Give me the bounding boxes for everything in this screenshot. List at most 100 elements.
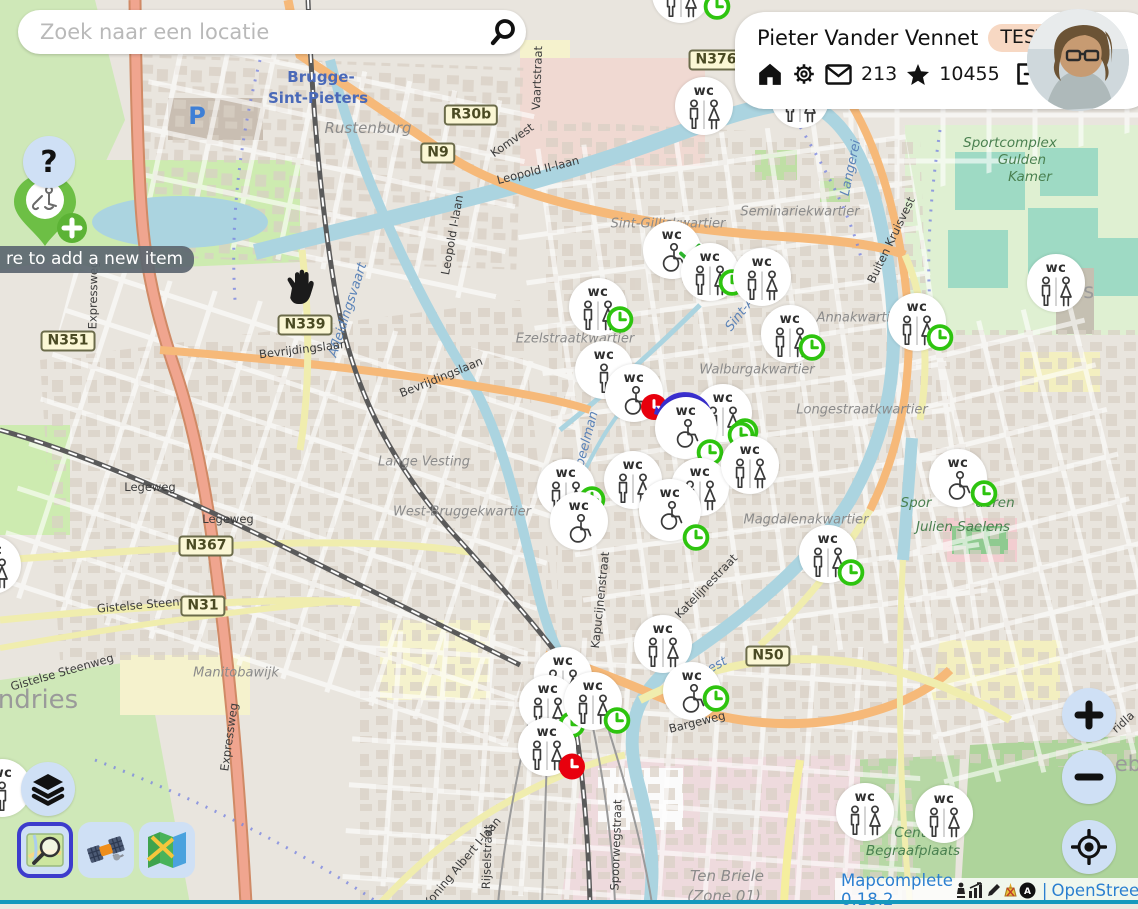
toilet-marker-mf[interactable]: wc bbox=[915, 785, 973, 843]
toilet-marker-mf[interactable]: wc bbox=[721, 436, 779, 494]
toilet-marker-mf[interactable]: wc bbox=[569, 278, 627, 336]
toilet-marker-label: wc bbox=[624, 372, 645, 385]
home-icon[interactable] bbox=[757, 62, 783, 86]
landmark-icon bbox=[1003, 882, 1018, 898]
toilet-marker-label: wc bbox=[1046, 262, 1067, 275]
background-option-satellite[interactable] bbox=[78, 822, 134, 878]
theme-color-strip bbox=[0, 900, 1138, 904]
male-female-icon bbox=[1038, 275, 1074, 311]
male-female-icon bbox=[663, 0, 699, 22]
toilet-marker-label: wc bbox=[537, 726, 558, 739]
user-name: Pieter Vander Vennet bbox=[757, 26, 978, 50]
zoom-in-button[interactable] bbox=[1062, 688, 1116, 742]
wheelchair-icon bbox=[670, 418, 702, 453]
search-input[interactable] bbox=[38, 19, 480, 45]
toilet-marker-label: wc bbox=[556, 467, 577, 480]
toilet-marker-mf[interactable]: wc bbox=[733, 248, 791, 306]
minus-icon bbox=[1073, 761, 1105, 793]
svg-text:A: A bbox=[1024, 887, 1031, 897]
toilet-marker-label: wc bbox=[662, 229, 683, 242]
help-label: ? bbox=[40, 145, 57, 180]
toilet-marker-label: wc bbox=[653, 623, 674, 636]
user-avatar[interactable] bbox=[1027, 9, 1129, 111]
person-icon bbox=[0, 780, 10, 816]
male-female-icon bbox=[0, 557, 10, 593]
male-female-icon bbox=[686, 98, 722, 134]
toilet-marker-mf[interactable]: wc bbox=[675, 77, 733, 135]
toilet-marker-label: wc bbox=[713, 392, 734, 405]
attribution-separator: | bbox=[1042, 881, 1048, 900]
wheelchair-icon bbox=[676, 683, 708, 718]
map-marker-layer: wcwcwcwcwcwcwcwcwcwcwcwcwcwcwcwcwcwcwcwc… bbox=[0, 0, 1138, 904]
toilet-marker-label: wc bbox=[948, 457, 969, 470]
male-female-icon bbox=[692, 264, 728, 300]
toilet-marker-label: wc bbox=[690, 466, 711, 479]
layers-button[interactable] bbox=[21, 762, 75, 816]
toilet-marker-mf[interactable]: wc bbox=[761, 305, 819, 363]
background-option-osm[interactable] bbox=[17, 822, 73, 878]
background-option-map[interactable] bbox=[139, 822, 195, 878]
attribution-icons: A bbox=[955, 882, 1036, 899]
toilet-marker-mf[interactable]: wc bbox=[652, 0, 710, 23]
toilet-marker-label: wc bbox=[855, 791, 876, 804]
male-female-icon bbox=[744, 269, 780, 305]
search-icon[interactable] bbox=[480, 12, 526, 52]
opening-hours-open-badge bbox=[682, 523, 710, 556]
male-female-icon bbox=[529, 739, 565, 775]
zoom-out-button[interactable] bbox=[1062, 750, 1116, 804]
toilet-marker-mf[interactable]: wc bbox=[681, 243, 739, 301]
stars-count: 10455 bbox=[939, 63, 999, 85]
layers-icon bbox=[30, 772, 66, 806]
toilet-marker-mf[interactable]: wc bbox=[799, 525, 857, 583]
folded-map-icon bbox=[146, 830, 188, 870]
toilet-marker-wheelchair[interactable]: wc bbox=[655, 397, 717, 459]
toilet-marker-label: wc bbox=[818, 533, 839, 546]
star-icon[interactable] bbox=[906, 63, 930, 86]
toilet-marker-label: wc bbox=[934, 793, 955, 806]
toilet-marker-mf[interactable]: wc bbox=[888, 293, 946, 351]
toilet-marker-wheelchair[interactable]: wc bbox=[550, 492, 608, 550]
toilet-marker-label: wc bbox=[682, 670, 703, 683]
toilet-marker-label: wc bbox=[588, 286, 609, 299]
map-canvas[interactable]: Brugge-Sint-PietersPRustenburgSint-Gilli… bbox=[0, 0, 1138, 904]
wheelchair-icon bbox=[942, 470, 974, 505]
background-chooser bbox=[17, 822, 195, 878]
wheelchair-icon bbox=[563, 513, 595, 548]
toilet-marker-wheelchair[interactable]: wc bbox=[639, 479, 701, 541]
toilet-marker-label: wc bbox=[538, 683, 559, 696]
toilet-marker-label: wc bbox=[583, 680, 604, 693]
osm-map-icon bbox=[24, 829, 66, 871]
toilet-marker-mf[interactable]: wc bbox=[1027, 254, 1085, 312]
male-female-icon bbox=[580, 299, 616, 335]
toilet-marker-wheelchair[interactable]: wc bbox=[929, 449, 987, 507]
circle-a-icon: A bbox=[1019, 882, 1036, 899]
toilet-marker-mf[interactable]: wc bbox=[836, 783, 894, 841]
toilet-marker-mf[interactable]: wc bbox=[0, 536, 21, 594]
geolocate-button[interactable] bbox=[1062, 820, 1116, 874]
toilet-marker-mf[interactable]: wc bbox=[564, 672, 622, 730]
male-female-icon bbox=[732, 457, 768, 493]
toilet-marker-label: wc bbox=[752, 256, 773, 269]
openstreetmap-link[interactable]: OpenStreetMap bbox=[1051, 881, 1138, 900]
toilet-marker-label: wc bbox=[907, 301, 928, 314]
toilet-marker-label: wc bbox=[700, 251, 721, 264]
toilet-marker-label: wc bbox=[740, 444, 761, 457]
statistics-icon bbox=[968, 882, 985, 898]
toilet-marker-label: wc bbox=[623, 459, 644, 472]
toilet-marker-label: wc bbox=[0, 544, 2, 557]
toilet-marker-wheelchair[interactable]: wc bbox=[663, 662, 721, 720]
toilet-marker-label: wc bbox=[0, 767, 12, 780]
toilet-marker-label: wc bbox=[694, 85, 715, 98]
male-female-icon bbox=[810, 546, 846, 582]
toilet-marker-mf[interactable]: wc bbox=[518, 718, 576, 776]
messages-envelope-icon[interactable] bbox=[825, 64, 852, 85]
messages-count: 213 bbox=[861, 63, 897, 85]
male-female-icon bbox=[847, 804, 883, 840]
settings-gear-icon[interactable] bbox=[792, 62, 816, 86]
wheelchair-icon bbox=[654, 500, 686, 535]
wheelchair-icon bbox=[618, 385, 650, 420]
satellite-icon bbox=[84, 829, 128, 871]
toilet-marker-label: wc bbox=[594, 349, 615, 362]
opening-hours-open-badge bbox=[703, 0, 731, 25]
help-button[interactable]: ? bbox=[23, 136, 75, 188]
